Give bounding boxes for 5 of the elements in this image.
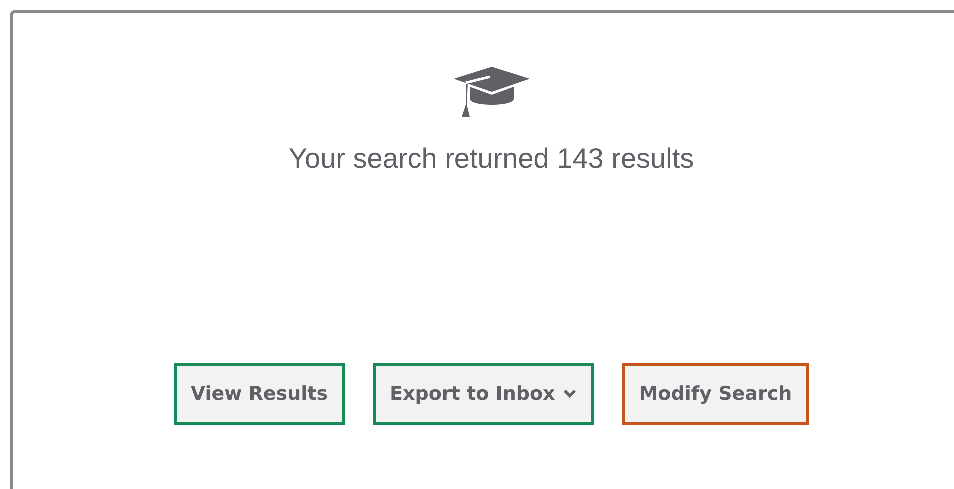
export-dropdown-button[interactable]: Export to Inbox	[373, 363, 594, 425]
chevron-down-icon	[563, 389, 578, 399]
action-button[interactable]: Modify Search	[622, 363, 810, 425]
results-message: Your search returned 143 results	[288, 143, 694, 175]
action-button[interactable]: View Results	[174, 363, 346, 425]
